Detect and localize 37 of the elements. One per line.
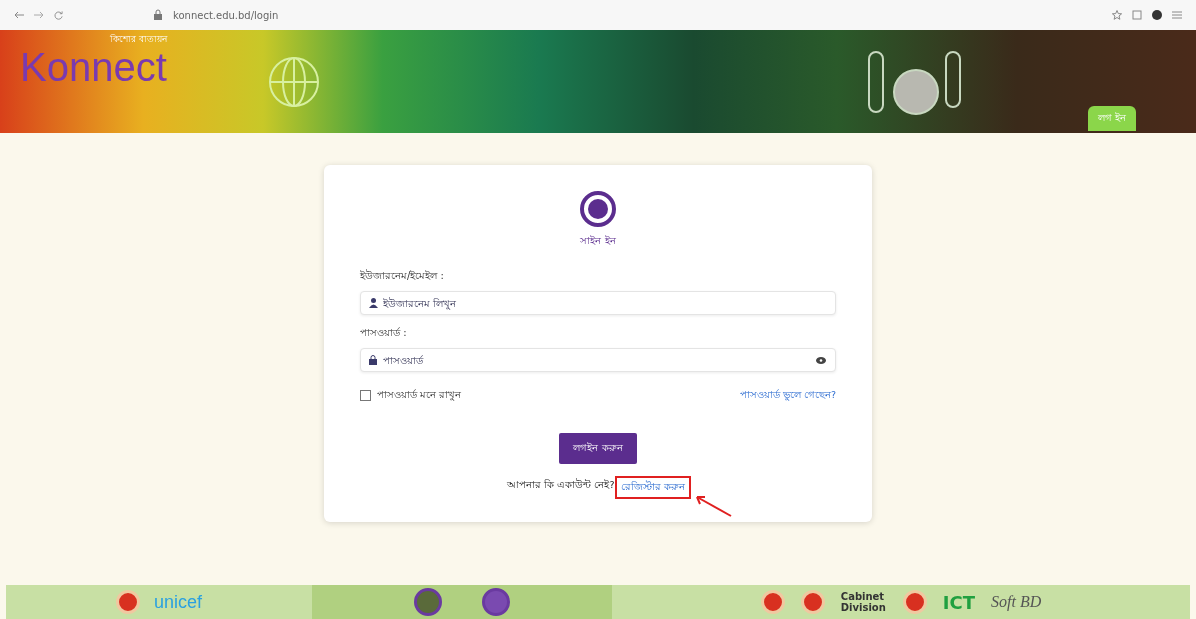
forward-icon[interactable]: [34, 11, 44, 19]
partner-logo-text: Soft BD: [991, 593, 1042, 611]
star-icon[interactable]: [1112, 10, 1122, 20]
circle-logo-icon: [482, 588, 510, 616]
register-prompt: আপনার কি একাউন্ট নেই?: [507, 478, 615, 492]
globe-icon: [266, 54, 321, 109]
menu-icon[interactable]: [1172, 11, 1182, 19]
emblem-icon: [800, 590, 825, 614]
emblem-icon: [760, 590, 785, 614]
emblem-icon: [902, 590, 927, 614]
lock-icon: [153, 9, 163, 21]
logo-text: Konnect: [20, 47, 167, 87]
input-field[interactable]: ইউজারনেম লিখুন: [360, 291, 836, 315]
extensions-icon[interactable]: [1132, 10, 1142, 20]
eye-icon[interactable]: [816, 357, 826, 364]
lock-icon: [369, 355, 377, 365]
address-bar[interactable]: konnect.edu.bd/login: [173, 9, 279, 21]
circle-logo-icon: [414, 588, 442, 616]
field-label: পাসওয়ার্ড :: [360, 326, 408, 340]
user-icon: [369, 298, 378, 308]
logo-tagline: কিশোর বাতায়ন: [109, 33, 167, 46]
k-logo-icon: [580, 191, 616, 227]
register-link[interactable]: রেজিস্টার করুন: [616, 478, 689, 497]
remember-checkbox[interactable]: [360, 390, 371, 401]
remember-label: পাসওয়ার্ড মনে রাখুন: [377, 388, 462, 403]
back-icon[interactable]: [14, 11, 24, 19]
submit-button[interactable]: লগইন করুন: [559, 433, 637, 464]
reload-icon[interactable]: [54, 10, 63, 20]
forgot-password-link[interactable]: পাসওয়ার্ড ভুলে গেছেন?: [739, 388, 836, 403]
partner-logo-text: ICT: [942, 591, 975, 613]
input-field[interactable]: পাসওয়ার্ড: [360, 348, 836, 372]
profile-icon[interactable]: [1152, 10, 1162, 20]
partner-logo-text: unicef: [153, 591, 202, 613]
field-label: ইউজারনেম/ইমেইল :: [360, 268, 445, 283]
emblem-icon: [115, 590, 140, 614]
card-title: সাইন ইন: [580, 234, 616, 248]
partner-logo-text: Cabinet Division: [840, 591, 887, 613]
